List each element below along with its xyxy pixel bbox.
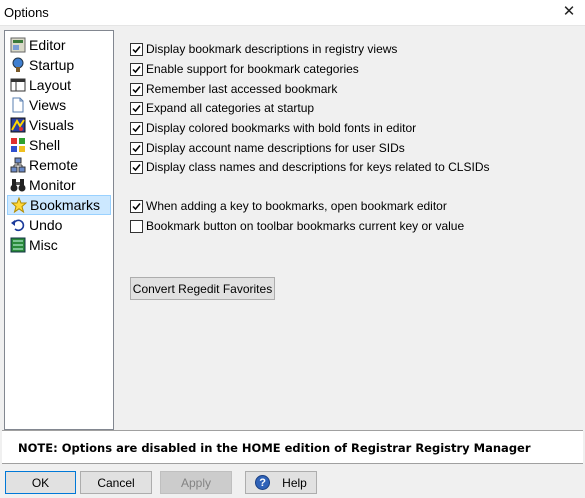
option-label: Bookmark button on toolbar bookmarks cur… [146,219,465,233]
option-label: Display bookmark descriptions in registr… [146,42,398,56]
option-bookmark-descriptions[interactable]: Display bookmark descriptions in registr… [130,41,397,57]
checkbox-checked[interactable] [130,121,143,135]
shell-icon [10,137,26,153]
views-icon [10,97,26,113]
startup-icon [10,57,26,73]
option-label: Display colored bookmarks with bold font… [146,121,417,135]
option-label: Display class names and descriptions for… [146,160,490,174]
checkbox-checked[interactable] [130,101,143,115]
nav-label: Shell [29,137,61,153]
binoculars-icon [10,177,26,193]
nav-item-remote[interactable]: Remote [7,155,111,175]
close-icon[interactable]: ✕ [559,2,579,22]
nav-label: Undo [29,217,63,233]
nav-label: Layout [29,77,72,93]
nav-item-undo[interactable]: Undo [7,215,111,235]
checkbox-unchecked[interactable] [130,219,143,233]
bookmarks-star-icon [11,197,27,213]
title-bar: Options ✕ [0,0,585,26]
checkbox-checked[interactable] [130,42,143,56]
nav-label: Remote [29,157,79,173]
help-button-label: Help [282,475,307,490]
editor-icon [10,37,26,53]
nav-item-visuals[interactable]: Visuals [7,115,111,135]
option-label: Enable support for bookmark categories [146,62,359,76]
checkbox-checked[interactable] [130,141,143,155]
convert-regedit-favorites-button[interactable]: Convert Regedit Favorites [130,277,275,300]
category-list: Editor Startup Layout Views Visuals Shel… [4,30,114,430]
nav-label: Editor [29,37,66,53]
option-account-name-sids[interactable]: Display account name descriptions for us… [130,140,405,156]
layout-icon [10,77,26,93]
nav-item-editor[interactable]: Editor [7,35,111,55]
window-title: Options [4,5,49,20]
apply-button[interactable]: Apply [160,471,232,494]
nav-label: Monitor [29,177,76,193]
help-button[interactable]: ? Help [245,471,317,494]
option-expand-categories[interactable]: Expand all categories at startup [130,100,314,116]
nav-item-startup[interactable]: Startup [7,55,111,75]
option-label: Remember last accessed bookmark [146,82,338,96]
ok-button[interactable]: OK [5,471,76,494]
edition-note-bar: NOTE: Options are disabled in the HOME e… [2,430,583,464]
option-colored-bookmarks[interactable]: Display colored bookmarks with bold font… [130,120,416,136]
nav-label: Bookmarks [30,197,101,213]
option-bookmark-categories[interactable]: Enable support for bookmark categories [130,61,359,77]
edition-note-text: NOTE: Options are disabled in the HOME e… [18,441,531,455]
option-label: Display account name descriptions for us… [146,141,405,155]
option-label: When adding a key to bookmarks, open boo… [146,199,447,213]
option-remember-last-bookmark[interactable]: Remember last accessed bookmark [130,81,337,97]
checkbox-checked[interactable] [130,199,143,213]
nav-item-bookmarks[interactable]: Bookmarks [7,195,111,215]
checkbox-checked[interactable] [130,82,143,96]
nav-label: Views [29,97,67,113]
nav-label: Misc [29,237,58,253]
nav-label: Visuals [29,117,74,133]
nav-label: Startup [29,57,75,73]
checkbox-checked[interactable] [130,62,143,76]
option-toolbar-bookmark-button[interactable]: Bookmark button on toolbar bookmarks cur… [130,218,464,234]
option-open-bookmark-editor[interactable]: When adding a key to bookmarks, open boo… [130,198,447,214]
option-class-names-clsids[interactable]: Display class names and descriptions for… [130,159,489,175]
undo-icon [10,217,26,233]
option-label: Expand all categories at startup [146,101,315,115]
remote-icon [10,157,26,173]
cancel-button[interactable]: Cancel [80,471,152,494]
nav-item-layout[interactable]: Layout [7,75,111,95]
nav-item-views[interactable]: Views [7,95,111,115]
nav-item-shell[interactable]: Shell [7,135,111,155]
nav-item-monitor[interactable]: Monitor [7,175,111,195]
help-icon: ? [255,475,271,490]
nav-item-misc[interactable]: Misc [7,235,111,255]
options-dialog-body: Editor Startup Layout Views Visuals Shel… [0,26,585,498]
misc-icon [10,237,26,253]
checkbox-checked[interactable] [130,160,143,174]
visuals-icon [10,117,26,133]
